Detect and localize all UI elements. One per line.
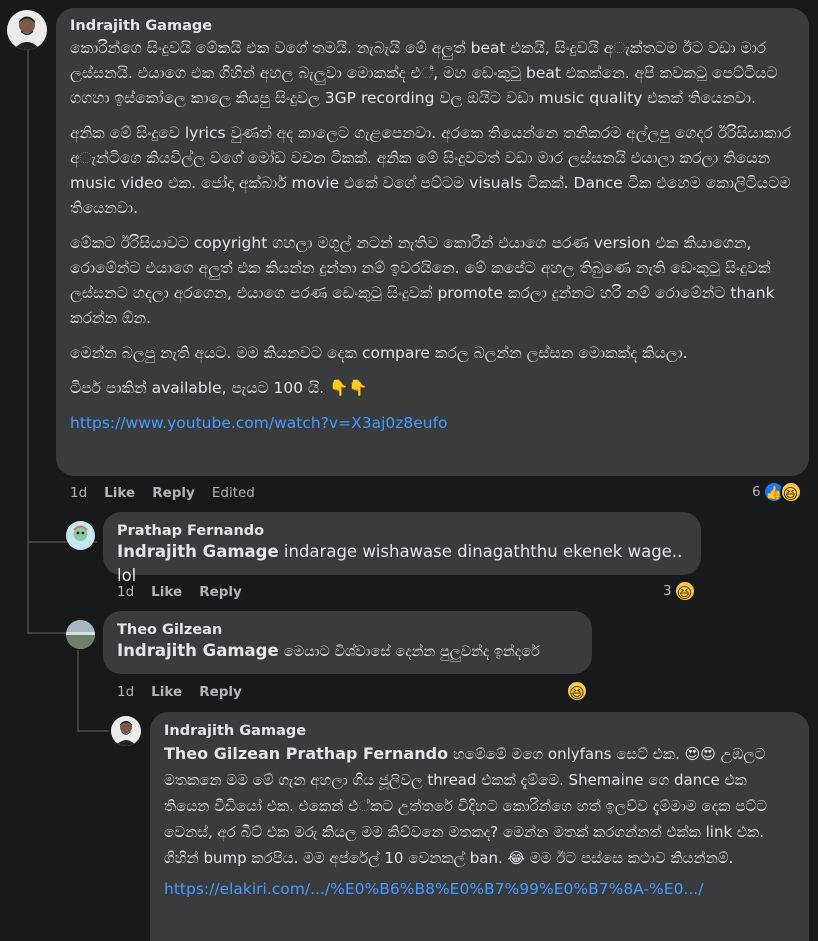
comment-bubble: Indrajith Gamage කොරින්ගෙ සිංදුවයි මේකයි… [56, 8, 809, 476]
reply-button[interactable]: Reply [152, 485, 195, 501]
haha-icon: 😆 [673, 580, 696, 602]
comment-actions: 1d Like Reply Edited [70, 485, 255, 501]
reply-actions: 1d Like Reply [117, 684, 242, 700]
elakiri-link[interactable]: https://elakiri.com/.../%E0%B6%B8%E0%B7%… [164, 880, 703, 898]
reaction-count: 3 [663, 583, 672, 599]
landscape-avatar-icon [66, 620, 95, 649]
person-avatar-icon [66, 521, 95, 550]
timestamp[interactable]: 1d [117, 684, 134, 700]
person-avatar-icon [111, 716, 141, 746]
reply-bubble: Prathap Fernando Indrajith Gamage indara… [103, 512, 701, 585]
reply-bubble: Theo Gilzean Indrajith Gamage මෙයාට විශ්… [103, 611, 592, 674]
edited-label: Edited [211, 485, 255, 501]
avatar[interactable] [111, 716, 141, 746]
reply-button[interactable]: Reply [199, 684, 242, 700]
mention-link[interactable]: Indrajith Gamage [117, 542, 279, 561]
reply-author[interactable]: Indrajith Gamage [164, 723, 795, 739]
youtube-link[interactable]: https://www.youtube.com/watch?v=X3aj0z8e… [70, 414, 448, 432]
reaction-summary[interactable]: 😆 [566, 680, 588, 702]
reaction-summary[interactable]: 6 👍 😆 [752, 481, 802, 503]
avatar[interactable] [7, 10, 47, 50]
reply-bubble: Indrajith Gamage Theo Gilzean Prathap Fe… [150, 712, 809, 941]
timestamp[interactable]: 1d [117, 584, 134, 600]
thread-line-curve-3 [77, 730, 109, 732]
reply-author[interactable]: Prathap Fernando [117, 523, 687, 539]
comment-paragraph-1: කොරින්ගෙ සිංදුවයි මේකයි එක වගේ තමයි. නැබ… [70, 39, 778, 107]
comment-author[interactable]: Indrajith Gamage [70, 18, 795, 34]
avatar[interactable] [66, 620, 95, 649]
comment-paragraph-4: මෙන්න බලපු නැති අයට. මම කියනවට දෙක compa… [70, 344, 688, 362]
comment-paragraph-5: ටිපර් පාකින් available, පැයට 100 යි. 👇👇 [70, 379, 368, 397]
comment-paragraph-3: මේකට ඊරිසියාවට copyright ගහලා මගුල් නටන්… [70, 234, 775, 327]
reaction-summary[interactable]: 3 😆 [663, 580, 696, 602]
reply-author[interactable]: Theo Gilzean [117, 622, 578, 638]
reply-button[interactable]: Reply [199, 584, 242, 600]
like-button[interactable]: Like [151, 584, 182, 600]
mention-link[interactable]: Theo Gilzean Prathap Fernando [164, 744, 448, 763]
like-button[interactable]: Like [151, 684, 182, 700]
avatar[interactable] [66, 521, 95, 550]
comment-paragraph-2: අනික මේ සිංදුවෙ lyrics වුණත් අද කාලෙට ගැ… [70, 124, 791, 217]
like-button[interactable]: Like [104, 485, 135, 501]
timestamp[interactable]: 1d [70, 485, 87, 501]
reply-text: මෙයාට විශ්වාසේ දෙන්න පුලුවන්ද ඉන්දරේ [283, 644, 540, 660]
thread-line-curve-2 [27, 632, 67, 634]
mention-link[interactable]: Indrajith Gamage [117, 641, 279, 660]
reply-text: හමේමේ මගෙ onlyfans සෙට් එක. 😍😍 උඹලට මතකන… [164, 745, 767, 867]
reaction-count: 6 [752, 484, 761, 500]
thread-line-sub [77, 650, 79, 730]
reply-actions: 1d Like Reply [117, 584, 242, 600]
thread-line-main [27, 48, 29, 633]
haha-icon: 😆 [566, 680, 588, 702]
haha-icon: 😆 [779, 481, 802, 503]
person-avatar-icon [7, 10, 47, 50]
